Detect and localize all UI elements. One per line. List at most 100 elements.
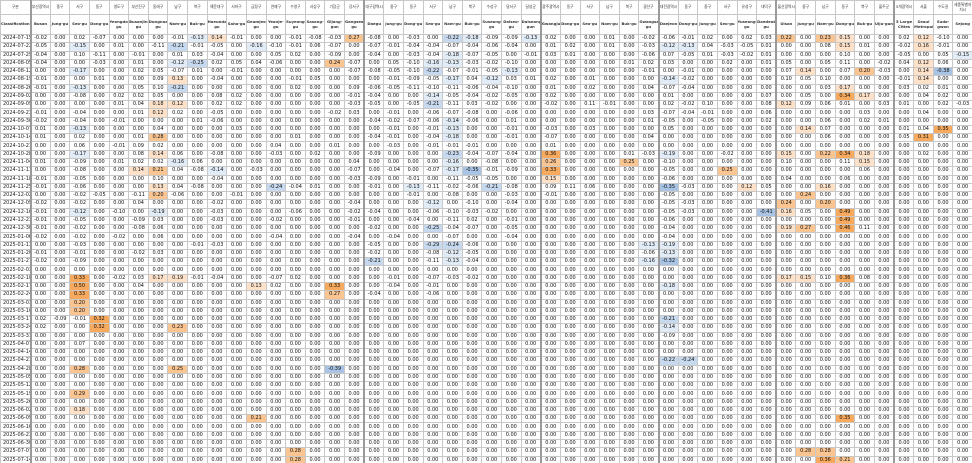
table-cell: 0.00	[49, 281, 71, 292]
table-cell: 0.00	[736, 100, 758, 110]
table-cell: 0.00	[736, 364, 758, 374]
table-cell: 0.00	[304, 240, 326, 250]
column-header-korean: 서구	[422, 0, 444, 15]
table-cell: 0.00	[952, 141, 972, 151]
table-cell: 0.00	[559, 224, 581, 234]
table-cell: 0.00	[657, 290, 679, 300]
table-cell: 0.00	[49, 430, 71, 441]
table-cell: 0.00	[697, 207, 718, 217]
table-cell: 0.00	[932, 298, 954, 308]
table-cell: 0.09	[795, 100, 816, 110]
table-cell: 0.00	[128, 207, 149, 217]
table-cell: 0.00	[324, 199, 345, 209]
table-cell: 0.00	[324, 166, 345, 176]
table-cell: 0.00	[873, 133, 895, 143]
table-cell: -0.01	[29, 215, 51, 226]
table-cell: 0.00	[834, 199, 856, 209]
table-cell: -0.08	[69, 166, 90, 176]
table-cell: 0.00	[245, 75, 267, 85]
table-cell: -0.01	[29, 224, 51, 234]
table-cell: -0.04	[69, 116, 90, 126]
table-cell: 0.00	[108, 149, 130, 160]
table-cell: 0.00	[815, 339, 836, 350]
table-cell: 0.00	[501, 315, 522, 325]
table-cell: 0.00	[854, 389, 875, 399]
table-cell: 0.00	[795, 315, 816, 325]
table-cell: 0.00	[579, 405, 601, 416]
table-cell: -0.05	[69, 174, 90, 184]
table-cell: -0.04	[402, 215, 424, 226]
table-cell: 0.00	[618, 306, 640, 317]
table-cell: 0.00	[854, 356, 875, 366]
table-cell: 0.00	[344, 298, 365, 308]
table-cell: 0.00	[539, 356, 561, 366]
table-cell: 0.01	[29, 157, 51, 168]
table-cell: 0.00	[873, 339, 895, 350]
table-cell: 0.00	[344, 149, 365, 160]
table-cell: 0.06	[815, 100, 836, 110]
table-cell: 0.00	[599, 215, 620, 226]
table-cell: 0.00	[913, 438, 934, 449]
table-cell: 0.00	[422, 405, 444, 416]
table-cell: 0.00	[245, 455, 267, 463]
table-cell: 0.00	[69, 372, 90, 383]
column-header-english: Nam-gu	[815, 14, 836, 35]
table-cell: 0.00	[599, 356, 620, 366]
table-cell: 0.00	[559, 265, 581, 275]
row-date: 2025-01-13	[0, 240, 31, 250]
table-cell: 0.00	[344, 422, 365, 432]
table-cell: 0.00	[618, 298, 640, 308]
table-cell: 0.00	[88, 116, 110, 126]
table-cell: 0.00	[167, 381, 188, 391]
table-cell: 0.00	[677, 149, 699, 160]
table-cell: 0.00	[932, 381, 954, 391]
table-cell: 0.06	[834, 174, 856, 184]
table-cell: 0.00	[402, 364, 424, 374]
table-cell: 0.00	[716, 306, 738, 317]
table-cell: 0.00	[29, 414, 51, 424]
table-cell: 0.01	[618, 149, 640, 160]
table-cell: 0.00	[245, 306, 267, 317]
table-cell: 0.00	[775, 141, 797, 151]
column-header-korean: 5개광역시	[893, 0, 915, 15]
table-cell: 0.00	[344, 248, 365, 259]
table-cell: 0.00	[697, 240, 718, 250]
table-cell: 0.00	[285, 108, 306, 118]
table-cell: -0.12	[657, 42, 679, 52]
table-cell: 0.00	[952, 215, 972, 226]
table-cell: 0.00	[128, 438, 149, 449]
table-cell: 0.00	[932, 348, 954, 358]
table-cell: 0.00	[344, 124, 365, 135]
table-cell: 0.00	[88, 348, 110, 358]
table-cell: 0.07	[775, 67, 797, 77]
table-cell: 0.00	[88, 199, 110, 209]
table-cell: -0.01	[520, 50, 542, 60]
table-cell: 0.07	[815, 124, 836, 135]
table-cell: 0.00	[363, 339, 385, 350]
table-cell: 0.00	[69, 455, 90, 463]
table-cell: 0.00	[285, 389, 306, 399]
table-cell: 0.00	[245, 430, 267, 441]
table-cell: 0.00	[88, 174, 110, 184]
table-cell: 0.00	[69, 356, 90, 366]
table-cell: 0.00	[265, 75, 287, 85]
table-cell: -0.21	[167, 83, 188, 93]
table-cell: 0.00	[422, 323, 444, 333]
table-cell: 0.00	[324, 397, 345, 407]
table-cell: 0.00	[736, 191, 758, 201]
table-cell: 0.02	[913, 83, 934, 93]
table-cell: 0.00	[187, 100, 208, 110]
table-cell: 0.00	[88, 207, 110, 217]
table-cell: 0.02	[128, 67, 149, 77]
table-cell: 0.00	[756, 83, 777, 93]
table-cell: 0.00	[638, 174, 659, 184]
table-cell: -0.21	[167, 42, 188, 52]
table-cell: 0.00	[49, 447, 71, 457]
table-cell: 0.00	[697, 124, 718, 135]
table-cell: 0.00	[49, 141, 71, 151]
table-cell: 0.00	[873, 149, 895, 160]
table-cell: 0.01	[128, 133, 149, 143]
table-cell: 0.00	[873, 372, 895, 383]
table-cell: -0.10	[501, 83, 522, 93]
table-cell: 0.00	[29, 91, 51, 102]
